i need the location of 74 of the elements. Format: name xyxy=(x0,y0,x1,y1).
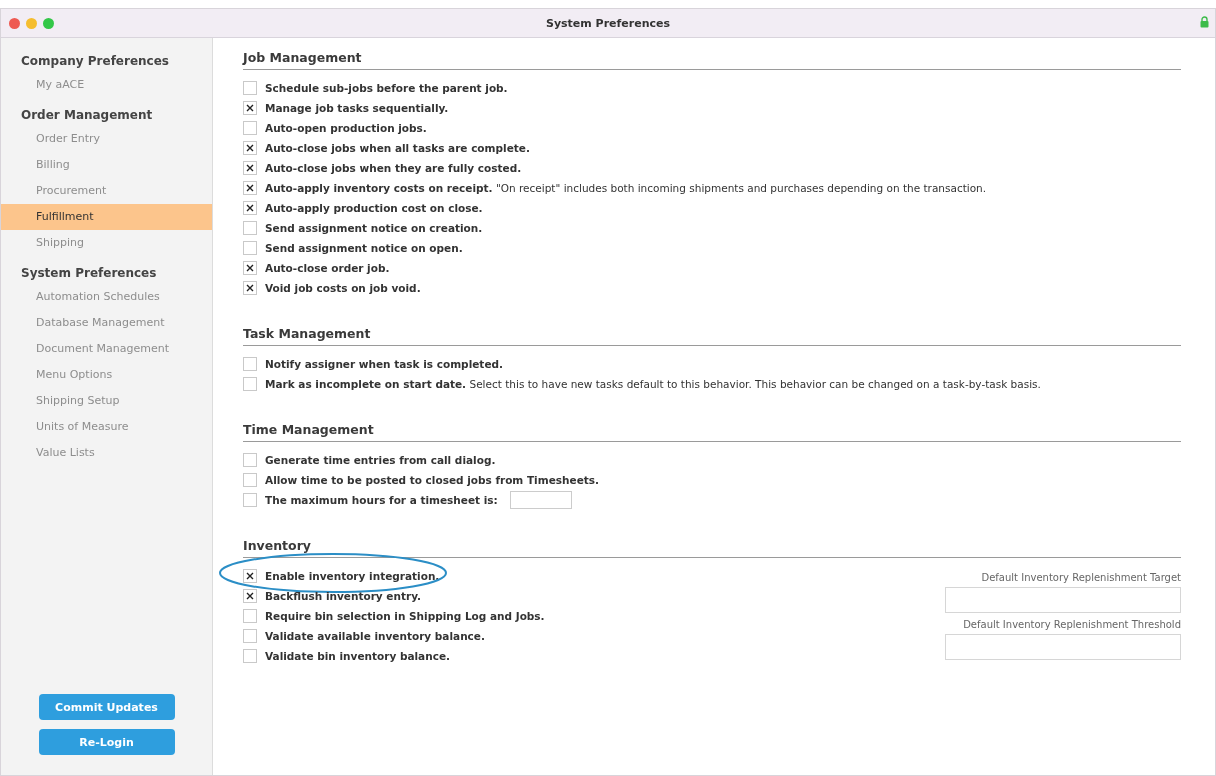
sidebar-item[interactable]: Database Management xyxy=(1,310,212,336)
close-button[interactable] xyxy=(9,17,20,29)
checkbox[interactable] xyxy=(243,121,257,135)
option-label: Notify assigner when task is completed. xyxy=(265,358,503,370)
window-title: System Preferences xyxy=(545,16,671,30)
option-label: Schedule sub-jobs before the parent job. xyxy=(265,82,508,94)
checkbox[interactable] xyxy=(243,201,257,215)
sidebar-heading: Company Preferences xyxy=(20,53,170,70)
input-field[interactable] xyxy=(945,634,1181,660)
option-label: Enable inventory integration. xyxy=(265,570,440,582)
option-label: Validate available inventory balance. xyxy=(265,630,485,642)
hours-field[interactable] xyxy=(509,491,572,509)
minimize-button[interactable] xyxy=(26,17,37,29)
option-label: Auto-apply inventory costs on receipt. "On receipt" includes both incoming shipments and purchases depending on the transaction. xyxy=(265,182,987,194)
sidebar-item[interactable]: Value Lists xyxy=(1,440,212,466)
sidebar-heading: Order Management xyxy=(20,107,154,124)
option-label: Mark as incomplete on start date. Select this to have new tasks default to this behavior. This behavior can be changed on a task-by-task basis. xyxy=(265,378,1041,390)
checkbox[interactable] xyxy=(243,493,257,507)
sidebar-item[interactable]: Procurement xyxy=(1,178,212,204)
checkbox[interactable] xyxy=(243,609,257,623)
field-label: Default Inventory Replenishment Target xyxy=(981,572,1181,583)
checkbox[interactable] xyxy=(243,473,257,487)
input-field[interactable] xyxy=(945,587,1181,613)
option-label: Auto-close jobs when all tasks are complete. xyxy=(265,142,530,154)
zoom-button[interactable] xyxy=(43,17,54,29)
checkbox[interactable] xyxy=(243,241,257,255)
section-heading: Job Management xyxy=(243,50,1181,70)
option-label: Void job costs on job void. xyxy=(265,282,421,294)
checkbox[interactable] xyxy=(243,141,257,155)
checkbox[interactable] xyxy=(243,221,257,235)
field-label: Default Inventory Replenishment Threshold xyxy=(963,619,1181,630)
checkbox[interactable] xyxy=(243,281,257,295)
option-label: Auto-apply production cost on close. xyxy=(265,202,483,214)
checkbox[interactable] xyxy=(243,161,257,175)
sidebar-item[interactable]: Units of Measure xyxy=(1,414,212,440)
checkbox[interactable] xyxy=(243,261,257,275)
sidebar-item[interactable]: Shipping Setup xyxy=(1,388,212,414)
checkbox[interactable] xyxy=(243,181,257,195)
checkbox[interactable] xyxy=(243,453,257,467)
option-label: Auto-open production jobs. xyxy=(265,122,427,134)
option-label: Auto-close jobs when they are fully costed. xyxy=(265,162,522,174)
checkbox[interactable] xyxy=(243,81,257,95)
option-label: Manage job tasks sequentially. xyxy=(265,102,449,114)
checkbox[interactable] xyxy=(243,569,257,583)
option-label: Send assignment notice on creation. xyxy=(265,222,483,234)
checkbox[interactable] xyxy=(243,629,257,643)
option-label: Generate time entries from call dialog. xyxy=(265,454,496,466)
option-label: Validate bin inventory balance. xyxy=(265,650,450,662)
option-label: Backflush inventory entry. xyxy=(265,590,422,602)
section-heading: Task Management xyxy=(243,326,1181,346)
sidebar-item[interactable]: My aACE xyxy=(1,72,212,98)
lock-icon[interactable] xyxy=(1200,16,1209,28)
relogin-button[interactable]: Re-Login xyxy=(38,729,175,755)
sidebar-item[interactable]: Billing xyxy=(1,152,212,178)
section-heading: Time Management xyxy=(243,422,1181,442)
checkbox[interactable] xyxy=(243,649,257,663)
sidebar-item[interactable]: Menu Options xyxy=(1,362,212,388)
checkbox[interactable] xyxy=(243,101,257,115)
option-label: Allow time to be posted to closed jobs from Timesheets. xyxy=(265,474,599,486)
option-label: Auto-close order job. xyxy=(265,262,390,274)
checkbox[interactable] xyxy=(243,377,257,391)
sidebar-heading: System Preferences xyxy=(20,265,158,282)
sidebar-item[interactable]: Fulfillment xyxy=(1,204,212,230)
commit-button[interactable]: Commit Updates xyxy=(38,694,175,720)
option-label: Require bin selection in Shipping Log and Jobs. xyxy=(265,610,545,622)
sidebar-item[interactable]: Order Entry xyxy=(1,126,212,152)
option-label: The maximum hours for a timesheet is: xyxy=(265,494,498,506)
section-heading: Inventory xyxy=(243,538,1181,558)
checkbox[interactable] xyxy=(243,589,257,603)
sidebar-item[interactable]: Shipping xyxy=(1,230,212,256)
checkbox[interactable] xyxy=(243,357,257,371)
sidebar-item[interactable]: Document Management xyxy=(1,336,212,362)
sidebar-item[interactable]: Automation Schedules xyxy=(1,284,212,310)
option-label: Send assignment notice on open. xyxy=(265,242,463,254)
